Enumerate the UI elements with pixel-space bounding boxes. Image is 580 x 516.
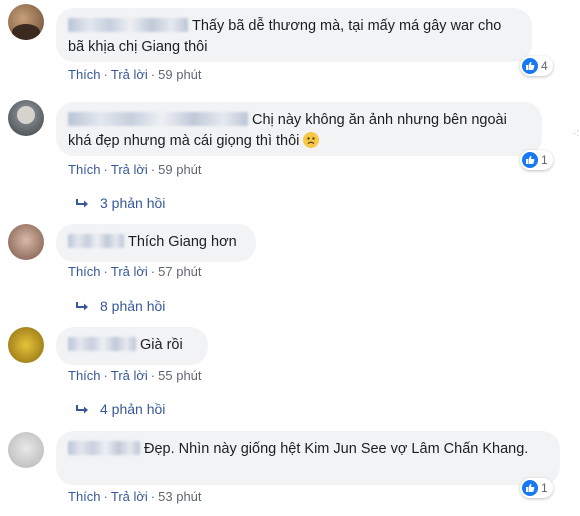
reaction-summary[interactable]: 1 — [520, 150, 553, 170]
separator: · — [150, 162, 156, 177]
timestamp[interactable]: 59 phút — [158, 162, 201, 177]
like-link[interactable]: Thích — [68, 368, 101, 383]
timestamp[interactable]: 59 phút — [158, 67, 201, 82]
separator: · — [103, 162, 108, 177]
like-link[interactable]: Thích — [68, 67, 101, 82]
blurred-author-name[interactable] — [68, 112, 248, 126]
comment-text: Thích Giang hơn — [128, 234, 237, 250]
timestamp[interactable]: 53 phút — [158, 489, 201, 504]
more-options-icon[interactable]: ·: — [573, 128, 579, 139]
separator: · — [150, 489, 156, 504]
reply-arrow-icon — [76, 300, 90, 316]
reply-link[interactable]: Trả lời — [111, 67, 148, 82]
replies-count-label: 4 phản hồi — [100, 401, 166, 417]
comment-actions: Thích · Trả lời · 59 phút — [68, 162, 202, 177]
like-link[interactable]: Thích — [68, 162, 101, 177]
comment-bubble: Thích Giang hơn — [56, 224, 256, 262]
reply-arrow-icon — [76, 197, 90, 213]
thumbs-up-icon — [522, 480, 538, 496]
comment-text: Đẹp. Nhìn này giống hệt Kim Jun See vợ L… — [144, 441, 529, 457]
comment-bubble: Chị này không ăn ảnh nhưng bên ngoài khá… — [56, 102, 542, 156]
comment-actions: Thích · Trả lời · 57 phút — [68, 264, 202, 279]
blurred-author-name[interactable] — [68, 441, 140, 455]
reaction-summary[interactable]: 1 — [520, 478, 553, 498]
like-link[interactable]: Thích — [68, 489, 101, 504]
view-replies-link[interactable]: 8 phản hồi — [76, 298, 165, 316]
separator: · — [150, 368, 156, 383]
view-replies-link[interactable]: 3 phản hồi — [76, 195, 165, 213]
timestamp[interactable]: 57 phút — [158, 264, 201, 279]
avatar[interactable] — [8, 4, 44, 40]
reply-link[interactable]: Trả lời — [111, 162, 148, 177]
blurred-author-name[interactable] — [68, 234, 124, 248]
blurred-author-name[interactable] — [68, 18, 188, 32]
separator: · — [103, 264, 108, 279]
thumbs-up-icon — [522, 58, 538, 74]
like-link[interactable]: Thích — [68, 264, 101, 279]
comment-actions: Thích · Trả lời · 55 phút — [68, 368, 202, 383]
separator: · — [150, 264, 156, 279]
reaction-summary[interactable]: 4 — [520, 56, 553, 76]
comment-bubble: Già rồi — [56, 327, 208, 365]
comment-bubble: Thấy bã dễ thương mà, tại mấy má gây war… — [56, 8, 532, 62]
timestamp[interactable]: 55 phút — [158, 368, 201, 383]
reply-link[interactable]: Trả lời — [111, 368, 148, 383]
reaction-count: 1 — [541, 481, 548, 495]
reaction-count: 1 — [541, 153, 548, 167]
avatar[interactable] — [8, 100, 44, 136]
slightly-frowning-face-icon — [303, 132, 320, 148]
reply-link[interactable]: Trả lời — [111, 489, 148, 504]
separator: · — [103, 489, 108, 504]
avatar[interactable] — [8, 327, 44, 363]
separator: · — [150, 67, 156, 82]
comment-actions: Thích · Trả lời · 53 phút — [68, 489, 202, 504]
separator: · — [103, 67, 108, 82]
view-replies-link[interactable]: 4 phản hồi — [76, 401, 165, 419]
comment-bubble: Đẹp. Nhìn này giống hệt Kim Jun See vợ L… — [56, 431, 560, 485]
avatar[interactable] — [8, 224, 44, 260]
avatar[interactable] — [8, 432, 44, 468]
comment-text: Già rồi — [140, 337, 183, 353]
replies-count-label: 8 phản hồi — [100, 298, 166, 314]
thumbs-up-icon — [522, 152, 538, 168]
reaction-count: 4 — [541, 59, 548, 73]
reply-link[interactable]: Trả lời — [111, 264, 148, 279]
reply-arrow-icon — [76, 403, 90, 419]
replies-count-label: 3 phản hồi — [100, 195, 166, 211]
comment-actions: Thích · Trả lời · 59 phút — [68, 67, 202, 82]
blurred-author-name[interactable] — [68, 337, 136, 351]
separator: · — [103, 368, 108, 383]
